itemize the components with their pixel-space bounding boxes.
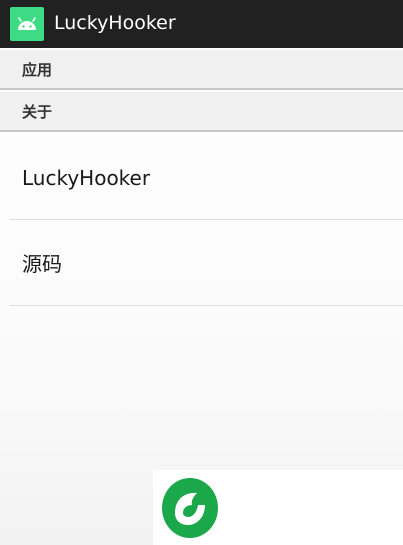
green-leaf-g-logo-icon [161,477,219,539]
category-label-apps: 应用 [22,61,53,79]
pref-item-title: LuckyHooker [22,166,151,190]
pref-item-luckyhooker[interactable]: LuckyHooker [0,134,403,220]
category-label-about: 关于 [22,103,53,121]
android-robot-icon [10,7,44,41]
pref-item-title: 源码 [22,252,62,276]
category-header-apps: 应用 [0,50,403,90]
category-header-about: 关于 [0,92,403,132]
pref-item-source-code[interactable]: 源码 [0,220,403,306]
watermark-panel [153,470,403,545]
divider [10,305,403,306]
app-title: LuckyHooker [54,12,176,34]
title-bar: LuckyHooker [0,0,403,48]
